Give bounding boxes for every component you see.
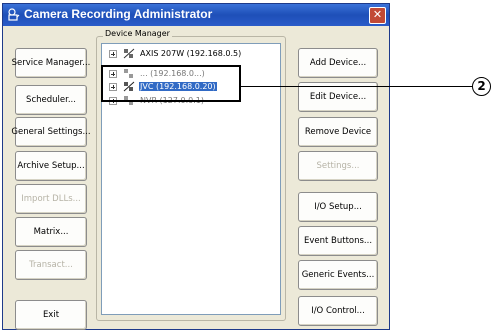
- exit-button[interactable]: Exit: [15, 300, 87, 330]
- camera-icon: [8, 8, 20, 21]
- device-camera-icon: [123, 48, 135, 59]
- callout-number: 2: [472, 77, 491, 96]
- callout-line: [240, 86, 473, 87]
- tree-item[interactable]: AXIS 207W (192.168.0.5): [102, 47, 242, 60]
- close-icon: ✕: [372, 8, 383, 21]
- generic-events-button[interactable]: Generic Events...: [298, 260, 378, 290]
- device-manager-label: Device Manager: [103, 29, 172, 38]
- expand-icon[interactable]: [109, 49, 117, 58]
- title-bar[interactable]: Camera Recording Administrator ✕: [3, 4, 389, 26]
- service-manager-button[interactable]: Service Manager...: [12, 48, 90, 78]
- io-setup-button[interactable]: I/O Setup...: [298, 192, 378, 222]
- io-control-button[interactable]: I/O Control...: [298, 296, 378, 326]
- tree-item-label: AXIS 207W (192.168.0.5): [140, 49, 242, 58]
- matrix-button[interactable]: Matrix...: [15, 217, 87, 247]
- callout-highlight-box: [101, 65, 241, 102]
- import-dlls-button[interactable]: Import DLLs...: [15, 184, 87, 214]
- add-device-button[interactable]: Add Device...: [298, 48, 378, 78]
- window-title: Camera Recording Administrator: [24, 7, 213, 21]
- archive-setup-button[interactable]: Archive Setup...: [15, 151, 87, 181]
- settings-button[interactable]: Settings...: [298, 151, 378, 181]
- close-button[interactable]: ✕: [369, 7, 386, 24]
- scheduler-button[interactable]: Scheduler...: [15, 85, 87, 115]
- remove-device-button[interactable]: Remove Device: [298, 117, 378, 147]
- event-buttons-button[interactable]: Event Buttons...: [298, 226, 378, 256]
- transact-button[interactable]: Transact...: [15, 250, 87, 280]
- general-settings-button[interactable]: General Settings...: [11, 117, 91, 147]
